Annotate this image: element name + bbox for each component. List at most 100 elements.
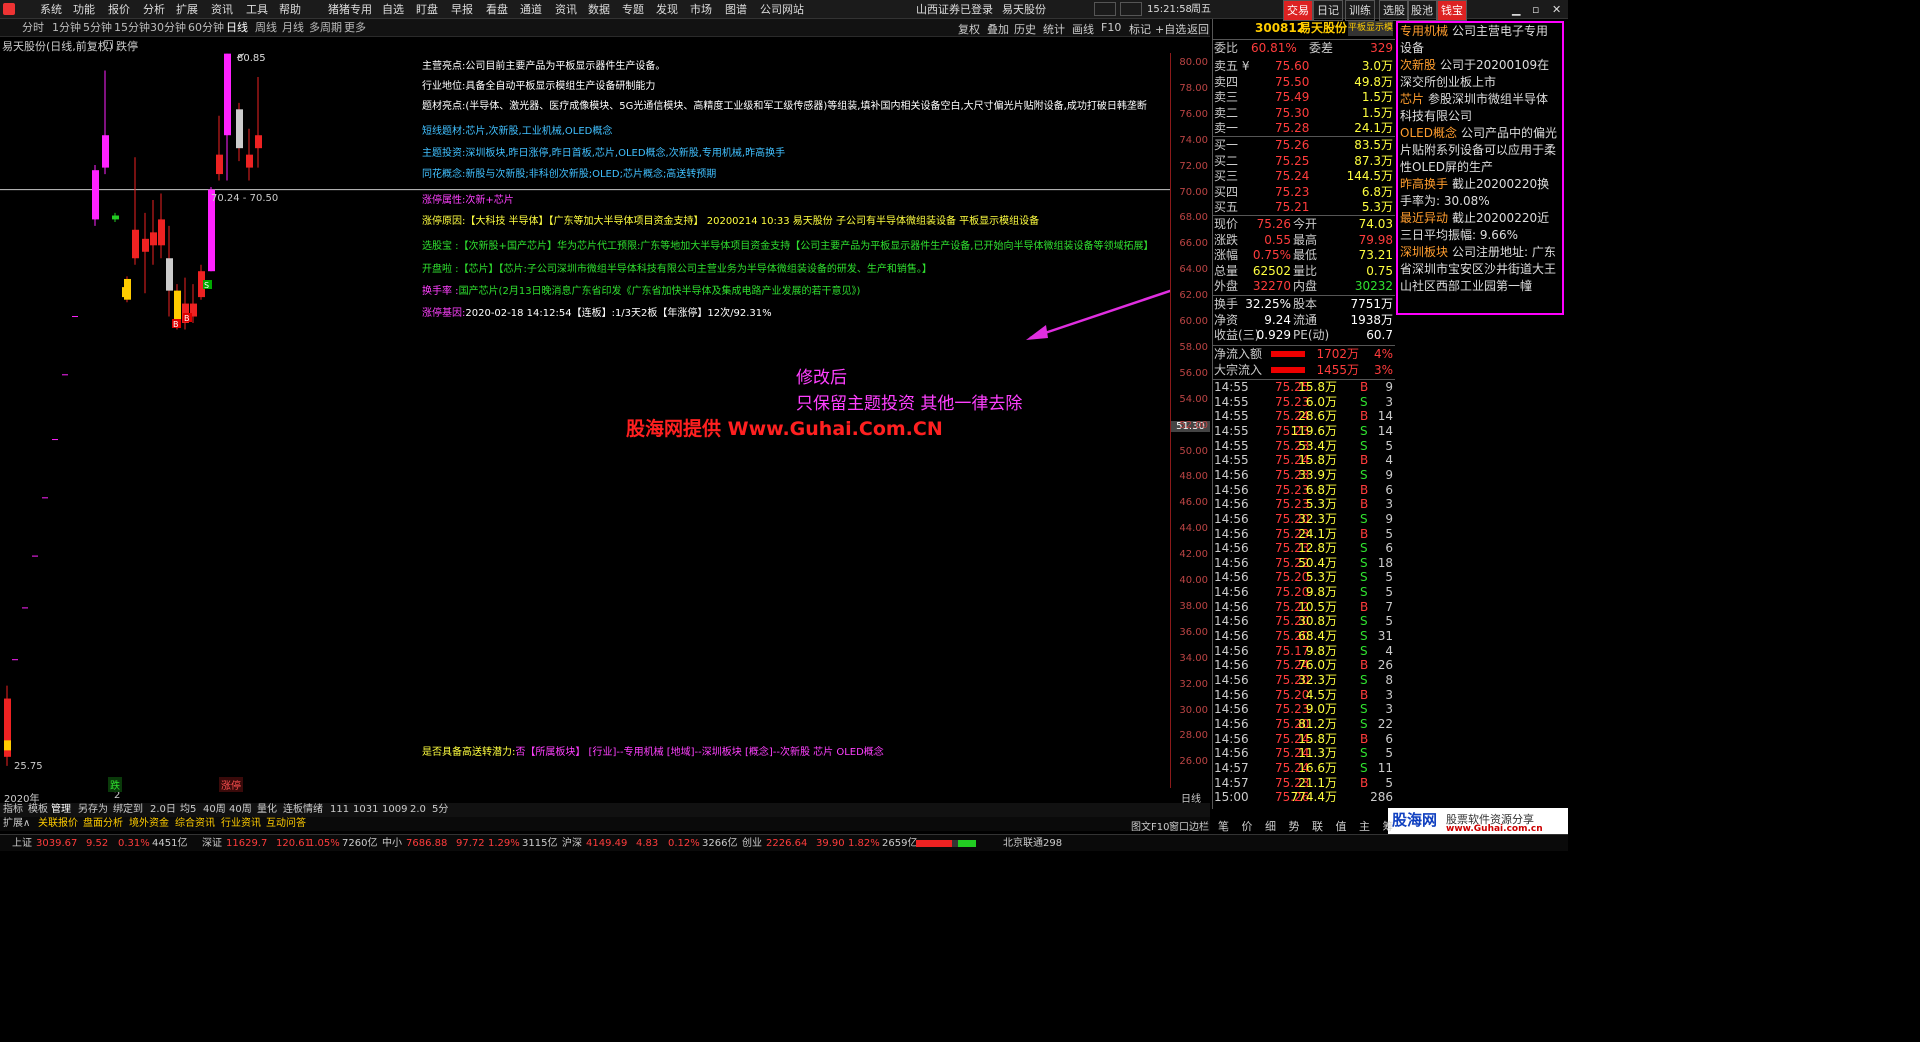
index-name[interactable]: 中小 <box>382 835 402 852</box>
timeframe-tab[interactable]: 60分钟 <box>188 19 224 37</box>
indicator-tab[interactable]: 1009 <box>382 803 407 817</box>
f10-item-title[interactable]: 专用机械 <box>1400 24 1448 38</box>
menu-item[interactable]: 系统 <box>40 0 62 19</box>
f10-toggle-tab[interactable]: 图文F10 <box>1131 818 1169 833</box>
toolbar-button[interactable]: 叠加 <box>987 21 1009 37</box>
kline-chart[interactable]: SBB 80.85 70.24 - 70.50 25.75 2020年 2 跌 … <box>0 53 1367 805</box>
toolbar-button[interactable]: +自选 <box>1155 21 1186 37</box>
right-tab[interactable]: 钱宝 <box>1437 0 1467 21</box>
menu-item[interactable]: 功能 <box>73 0 95 19</box>
menu-item[interactable]: 看盘 <box>486 0 508 19</box>
menu-item[interactable]: 专题 <box>622 0 644 19</box>
menu-item[interactable]: 数据 <box>588 0 610 19</box>
y-tick: 42.00 <box>1179 549 1208 561</box>
indicator-tab[interactable]: 另存为 <box>78 803 108 817</box>
index-name[interactable]: 创业 <box>742 835 762 852</box>
menu-item[interactable]: 早报 <box>451 0 473 19</box>
menu-item[interactable]: 工具 <box>246 0 268 19</box>
timeframe-tab[interactable]: 更多 <box>344 19 366 37</box>
timeframe-tab[interactable]: 周线 <box>255 19 277 37</box>
extension-tab[interactable]: 互动问答 <box>266 817 306 831</box>
right-tab[interactable]: 交易 <box>1283 0 1313 21</box>
timeframe-tab[interactable]: 5分钟 <box>83 19 112 37</box>
menu-item[interactable]: 扩展 <box>176 0 198 19</box>
menu-item[interactable]: 自选 <box>382 0 404 19</box>
f10-toggle-tab[interactable]: 窗口边栏 <box>1169 818 1209 833</box>
right-tab[interactable]: 选股 <box>1379 0 1409 21</box>
index-name[interactable]: 上证 <box>12 835 32 852</box>
toolbar-button[interactable]: F10 <box>1101 21 1121 34</box>
window-button[interactable] <box>1120 2 1142 16</box>
right-bottom-tab[interactable]: 价 <box>1242 818 1253 834</box>
menu-item[interactable]: 猪猪专用 <box>328 0 372 19</box>
toolbar-button[interactable]: 返回 <box>1187 21 1209 37</box>
f10-item-title[interactable]: 深圳板块 <box>1400 245 1448 259</box>
right-tab[interactable]: 股池 <box>1407 0 1437 21</box>
right-bottom-tab[interactable]: 值 <box>1336 818 1347 834</box>
right-bottom-tab[interactable]: 联 <box>1312 818 1323 834</box>
menu-item[interactable]: 图谱 <box>725 0 747 19</box>
timeframe-tab[interactable]: 15分钟 <box>114 19 150 37</box>
right-tab[interactable]: 训练 <box>1345 0 1375 21</box>
right-bottom-tab[interactable]: 细 <box>1265 818 1276 834</box>
toolbar-button[interactable]: 历史 <box>1014 21 1036 37</box>
timeframe-tab[interactable]: 多周期 <box>309 19 342 37</box>
menu-item[interactable]: 公司网站 <box>760 0 804 19</box>
menu-item[interactable]: 帮助 <box>279 0 301 19</box>
menu-item[interactable]: 发现 <box>656 0 678 19</box>
indicator-tab[interactable]: 5分 <box>432 803 448 817</box>
timeframe-tab[interactable]: 月线 <box>282 19 304 37</box>
indicator-tab[interactable]: 绑定到 <box>113 803 143 817</box>
stat-value: 0.929 <box>1256 328 1291 342</box>
menu-item[interactable]: 盯盘 <box>416 0 438 19</box>
f10-item-title[interactable]: 最近异动 <box>1400 211 1448 225</box>
indicator-tab[interactable]: 管理 <box>51 803 71 817</box>
menu-item[interactable]: 通道 <box>520 0 542 19</box>
extension-tab[interactable]: 综合资讯 <box>175 817 215 831</box>
extension-tab[interactable]: 行业资讯 <box>221 817 261 831</box>
timeframe-tab[interactable]: 日线 <box>226 19 248 37</box>
toolbar-button[interactable]: 标记 <box>1129 21 1151 37</box>
right-bottom-tab[interactable]: 筹 <box>1383 818 1394 834</box>
indicator-tab[interactable]: 40周 <box>203 803 226 817</box>
right-bottom-tab[interactable]: 势 <box>1289 818 1300 834</box>
indicator-tab[interactable]: 1031 <box>353 803 378 817</box>
extension-tab[interactable]: 扩展∧ <box>3 817 30 831</box>
right-bottom-tab[interactable]: 笔 <box>1218 818 1229 834</box>
toolbar-button[interactable]: 统计 <box>1043 21 1065 37</box>
toolbar-button[interactable]: 复权 <box>958 21 980 37</box>
index-name[interactable]: 沪深 <box>562 835 582 852</box>
toolbar-button[interactable]: 画线 <box>1072 21 1094 37</box>
extension-tab[interactable]: 关联报价 <box>38 817 78 831</box>
f10-item-title[interactable]: OLED概念 <box>1400 126 1457 140</box>
menu-item[interactable]: 市场 <box>690 0 712 19</box>
index-name[interactable]: 深证 <box>202 835 222 852</box>
minimize-icon[interactable]: ▁ <box>1512 0 1520 19</box>
extension-tab[interactable]: 境外资金 <box>129 817 169 831</box>
timeframe-tab[interactable]: 30分钟 <box>150 19 186 37</box>
indicator-tab[interactable]: 连板情绪 <box>283 803 323 817</box>
indicator-tab[interactable]: 2.0日 <box>150 803 176 817</box>
menu-item[interactable]: 报价 <box>108 0 130 19</box>
restore-icon[interactable]: ▫ <box>1532 0 1539 19</box>
indicator-tab[interactable]: 40周 <box>229 803 252 817</box>
timeframe-tab[interactable]: 分时 <box>22 19 44 37</box>
indicator-tab[interactable]: 111 <box>330 803 349 817</box>
window-buttons[interactable] <box>1094 2 1116 16</box>
indicator-tab[interactable]: 模板 <box>28 803 48 817</box>
indicator-tab[interactable]: 量化 <box>257 803 277 817</box>
menu-item[interactable]: 资讯 <box>555 0 577 19</box>
indicator-tab[interactable]: 2.0 <box>410 803 426 817</box>
right-bottom-tab[interactable]: 主 <box>1359 818 1370 834</box>
f10-item-title[interactable]: 次新股 <box>1400 58 1436 72</box>
indicator-tab[interactable]: 均5 <box>180 803 196 817</box>
timeframe-tab[interactable]: 1分钟 <box>52 19 81 37</box>
menu-item[interactable]: 分析 <box>143 0 165 19</box>
menu-item[interactable]: 资讯 <box>211 0 233 19</box>
extension-tab[interactable]: 盘面分析 <box>83 817 123 831</box>
indicator-tab[interactable]: 指标 <box>3 803 23 817</box>
f10-item-title[interactable]: 昨高换手 <box>1400 177 1448 191</box>
close-icon[interactable]: ✕ <box>1552 0 1561 19</box>
f10-item-title[interactable]: 芯片 <box>1400 92 1424 106</box>
right-tab[interactable]: 日记 <box>1313 0 1343 21</box>
